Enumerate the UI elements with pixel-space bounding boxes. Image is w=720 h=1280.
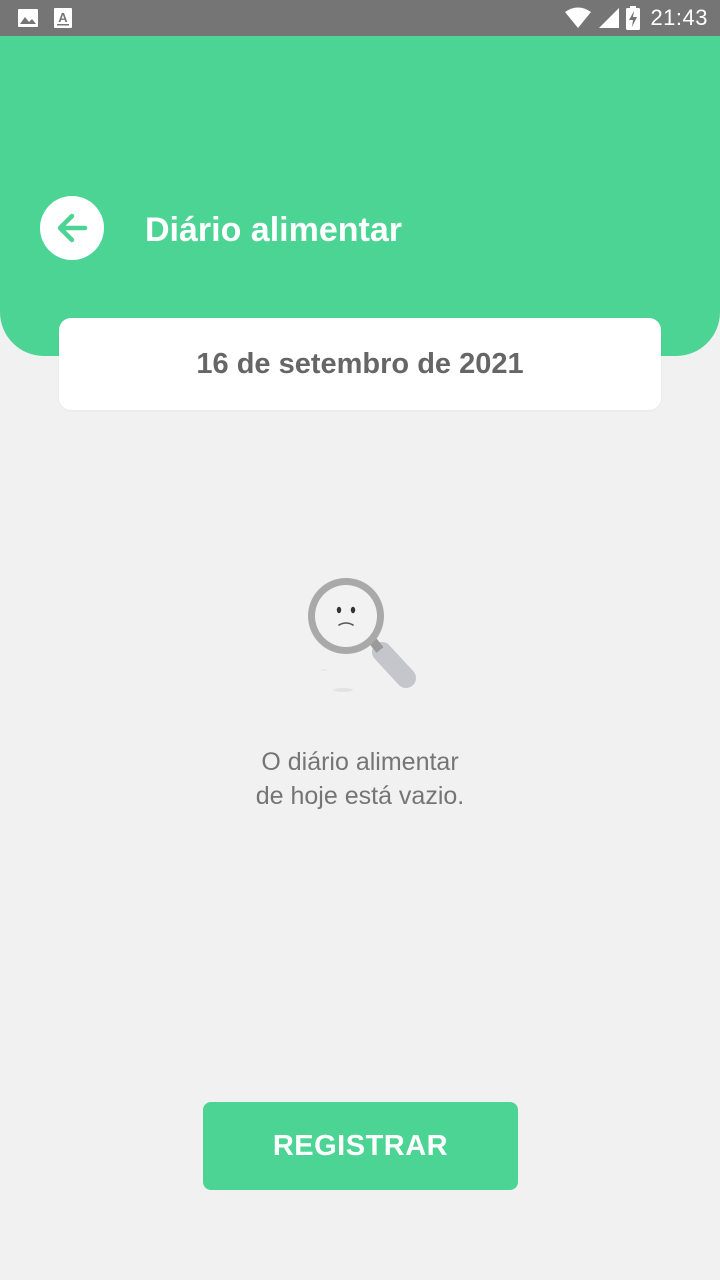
svg-text:A: A	[58, 10, 68, 25]
signal-icon	[599, 8, 620, 28]
date-selector[interactable]: 16 de setembro de 2021	[59, 318, 661, 410]
wifi-icon	[565, 7, 592, 28]
back-button[interactable]	[40, 196, 104, 260]
page-title: Diário alimentar	[145, 211, 402, 249]
sad-magnifying-glass-icon	[308, 578, 416, 692]
status-bar: A 21:43	[0, 0, 720, 36]
app-header	[0, 36, 720, 356]
empty-state-line-2: de hoje está vazio.	[255, 782, 465, 810]
arrow-left-icon	[57, 213, 88, 243]
register-button[interactable]: REGISTRAR	[203, 1102, 518, 1190]
font-icon: A	[54, 8, 72, 28]
battery-charging-icon	[626, 6, 641, 30]
status-time: 21:43	[650, 5, 708, 30]
image-icon	[18, 9, 38, 27]
empty-state-message: O diário alimentar de hoje está vazio.	[160, 745, 560, 813]
empty-state-line-1: O diário alimentar	[261, 748, 459, 776]
date-label: 16 de setembro de 2021	[196, 347, 524, 380]
